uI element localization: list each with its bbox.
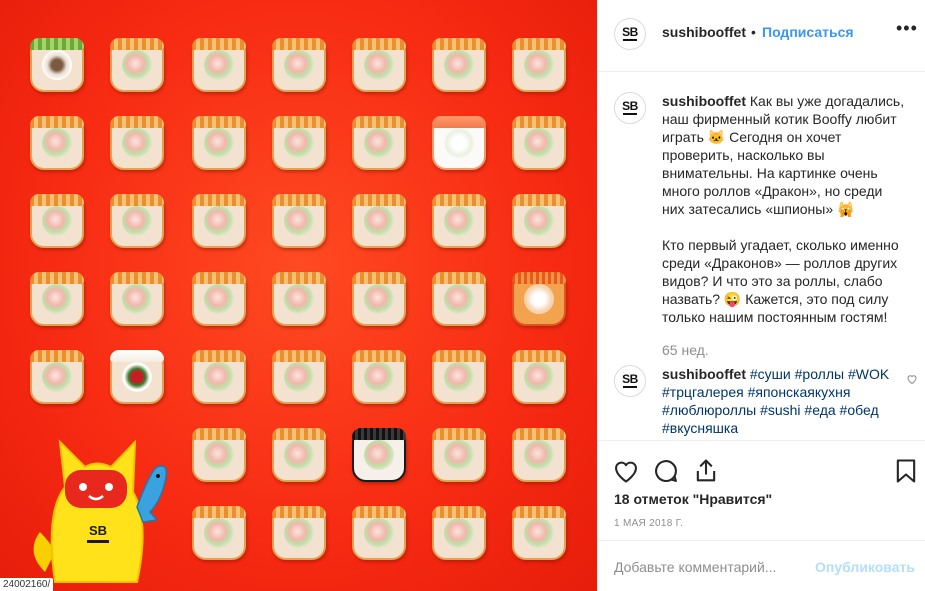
- sushi-roll-dragon: [512, 38, 566, 92]
- sushi-roll-dragon: [432, 272, 486, 326]
- sushi-roll-dragon: [272, 428, 326, 482]
- sushi-roll-white: [432, 116, 486, 170]
- sushi-roll-dragon: [432, 38, 486, 92]
- sushi-roll-dragon: [192, 428, 246, 482]
- sushi-roll-dragon: [272, 272, 326, 326]
- sushi-roll-dragon: [352, 272, 406, 326]
- sushi-roll-dragon: [352, 350, 406, 404]
- sushi-roll-dragon: [432, 350, 486, 404]
- avatar-logo: SB: [622, 25, 638, 39]
- sushi-roll-dragon: [192, 272, 246, 326]
- avatar[interactable]: SB: [614, 92, 646, 124]
- likes-count[interactable]: 18 отметок "Нравится": [614, 491, 772, 507]
- sushi-roll-dragon: [30, 116, 84, 170]
- publish-button[interactable]: Опубликовать: [815, 559, 915, 575]
- sushi-roll-dragon: [512, 350, 566, 404]
- hashtag-text: sushibooffet #суши #роллы #WOK #трцгалер…: [662, 365, 906, 437]
- bookmark-icon[interactable]: [892, 457, 920, 485]
- sushi-roll-dragon: [272, 194, 326, 248]
- heart-icon[interactable]: [612, 457, 640, 485]
- comments-section[interactable]: SB sushibooffet Как вы уже догадались, н…: [598, 72, 925, 440]
- sushi-roll-dragon: [512, 428, 566, 482]
- post-photo[interactable]: SB 24002160/: [0, 0, 597, 591]
- caption-body: Как вы уже догадались, наш фирменный кот…: [662, 93, 905, 325]
- sushi-roll-dragon: [512, 194, 566, 248]
- sushi-roll-dragon: [432, 506, 486, 560]
- sushi-roll-dragon: [272, 506, 326, 560]
- avatar[interactable]: SB: [614, 365, 646, 397]
- sushi-roll-dragon: [110, 194, 164, 248]
- small-heart-icon[interactable]: [906, 373, 918, 385]
- sushi-roll-dragon: [30, 350, 84, 404]
- booffy-mascot-image: SB: [33, 439, 168, 583]
- hashtag-comment-username[interactable]: sushibooffet: [662, 366, 746, 382]
- post-header: SB sushibooffet • Подписаться •••: [598, 0, 925, 72]
- post-sidebar: SB sushibooffet • Подписаться ••• SB sus…: [597, 0, 925, 591]
- sushi-roll-dragon: [192, 506, 246, 560]
- sushi-roll-dragon: [352, 194, 406, 248]
- header-username[interactable]: sushibooffet: [662, 24, 746, 40]
- follow-button[interactable]: Подписаться: [762, 24, 854, 40]
- sushi-roll-dragon: [512, 116, 566, 170]
- sushi-roll-green: [30, 38, 84, 92]
- sushi-roll-spicy: [512, 272, 566, 326]
- sushi-roll-dragon: [432, 194, 486, 248]
- avatar-logo: SB: [622, 99, 638, 113]
- avatar[interactable]: SB: [614, 18, 646, 50]
- sushi-roll-dragon: [110, 38, 164, 92]
- photo-label: 24002160/: [0, 578, 54, 591]
- add-comment-bar: Опубликовать: [598, 540, 925, 591]
- sushi-roll-dragon: [352, 116, 406, 170]
- comment-input[interactable]: [614, 555, 814, 579]
- sushi-roll-dragon: [110, 116, 164, 170]
- sushi-roll-dragon: [30, 194, 84, 248]
- sushi-roll-dragon: [272, 116, 326, 170]
- sushi-roll-dragon: [192, 38, 246, 92]
- sushi-roll-dragon: [352, 506, 406, 560]
- caption-username[interactable]: sushibooffet: [662, 93, 746, 109]
- sushi-roll-dragon: [272, 38, 326, 92]
- sushi-roll-dragon: [512, 506, 566, 560]
- post-actions: 18 отметок "Нравится" 1 МАЯ 2018 Г.: [598, 440, 925, 540]
- separator-dot: •: [751, 24, 756, 40]
- more-icon[interactable]: •••: [896, 18, 918, 39]
- avatar-logo: SB: [622, 372, 638, 386]
- share-icon[interactable]: [692, 457, 720, 485]
- sushi-roll-dragon: [30, 272, 84, 326]
- svg-text:SB: SB: [89, 523, 107, 538]
- sushi-roll-dragon: [272, 350, 326, 404]
- caption-timestamp[interactable]: 65 нед.: [662, 342, 709, 358]
- sushi-roll-nori: [352, 428, 406, 482]
- sushi-roll-cucumber: [110, 350, 164, 404]
- caption-text: sushibooffet Как вы уже догадались, наш …: [662, 92, 906, 326]
- sushi-roll-dragon: [432, 428, 486, 482]
- sushi-roll-dragon: [192, 194, 246, 248]
- sushi-roll-dragon: [192, 116, 246, 170]
- sushi-roll-dragon: [192, 350, 246, 404]
- comment-icon[interactable]: [652, 457, 680, 485]
- sushi-roll-dragon: [110, 272, 164, 326]
- sushi-roll-dragon: [352, 38, 406, 92]
- post-date: 1 МАЯ 2018 Г.: [614, 518, 684, 529]
